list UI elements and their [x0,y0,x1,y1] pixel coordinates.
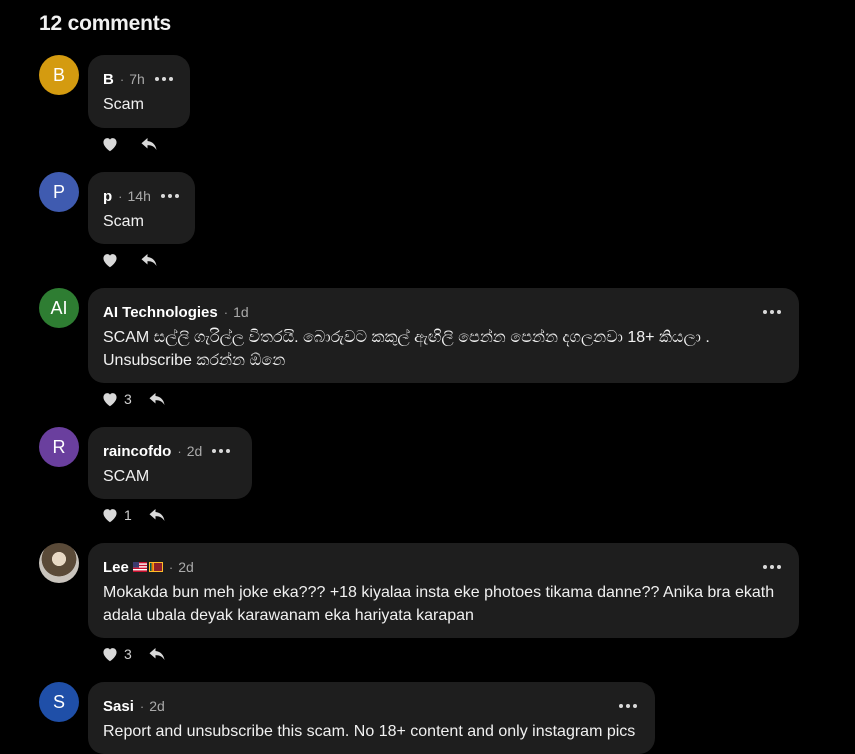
reply-icon [149,648,165,660]
comment-bubble: raincofdo · 2d SCAM [88,427,252,499]
comments-count-title: 12 comments [39,12,172,35]
separator-dot: · [139,698,145,714]
comment-author[interactable]: p [103,188,112,205]
more-options-icon[interactable] [619,704,637,708]
comment-time[interactable]: 2d [187,443,203,459]
comment-actions: 1 [101,505,166,525]
like-button[interactable] [101,136,124,152]
reply-button[interactable] [148,391,166,407]
comment-actions: 3 [101,389,166,409]
comment-text: SCAM සල්ලි ගැරිල්ල විතරයි. බොරුවට කකුල් … [103,329,710,369]
heart-icon [103,509,117,523]
separator-dot: · [119,71,125,87]
like-count: 1 [124,507,132,523]
like-button[interactable] [101,252,124,268]
avatar[interactable]: B [39,55,79,95]
comment-time[interactable]: 1d [233,304,249,320]
comment-author[interactable]: Lee [103,559,129,576]
heart-icon [103,393,117,407]
reply-button[interactable] [140,136,158,152]
comment-author[interactable]: AI Technologies [103,304,218,321]
sri-lanka-flag-icon [148,562,163,572]
comment-text: Report and unsubscribe this scam. No 18+… [103,723,636,740]
more-options-icon[interactable] [212,449,231,453]
comment-text: SCAM [103,468,150,485]
comment-bubble: B · 7h Scam [88,55,190,128]
avatar[interactable]: P [39,172,79,212]
flag-badges [132,562,163,572]
more-options-icon[interactable] [763,310,781,314]
heart-icon [103,254,117,268]
avatar[interactable]: AI [39,288,79,328]
like-count: 3 [124,646,132,662]
comment-actions [101,134,158,154]
separator-dot: · [223,304,229,320]
separator-dot: · [177,443,182,459]
like-count: 3 [124,391,132,407]
comment-time[interactable]: 7h [129,71,145,87]
reply-icon [141,254,157,266]
more-options-icon[interactable] [160,194,179,198]
heart-icon [103,648,117,662]
comment-bubble: Sasi · 2d Report and unsubscribe this sc… [88,682,655,754]
reply-icon [149,393,165,405]
heart-icon [103,138,117,152]
comment-bubble: Lee · 2d Mokakda bun meh joke eka??? +18… [88,543,799,638]
comment-bubble: p · 14h Scam [88,172,195,244]
comment-text: Mokakda bun meh joke eka??? +18 kiyalaa … [103,584,775,624]
comment-author[interactable]: raincofdo [103,443,171,460]
comment-actions [101,250,158,270]
us-flag-icon [132,562,147,572]
like-button[interactable]: 1 [101,507,132,523]
separator-dot: · [118,188,123,204]
comment-text: Scam [103,96,144,113]
reply-icon [141,138,157,150]
reply-button[interactable] [140,252,158,268]
comment-time[interactable]: 14h [128,188,151,204]
comment-text: Scam [103,213,144,230]
like-button[interactable]: 3 [101,646,132,662]
more-options-icon[interactable] [763,565,781,569]
like-button[interactable]: 3 [101,391,132,407]
comment-bubble: AI Technologies · 1d SCAM සල්ලි ගැරිල්ල … [88,288,799,383]
reply-icon [149,509,165,521]
more-options-icon[interactable] [154,77,173,81]
comment-time[interactable]: 2d [178,559,194,575]
avatar[interactable] [39,543,79,583]
comment-author[interactable]: Sasi [103,698,134,715]
comment-author[interactable]: B [103,71,114,88]
reply-button[interactable] [148,646,166,662]
avatar[interactable]: R [39,427,79,467]
reply-button[interactable] [148,507,166,523]
avatar[interactable]: S [39,682,79,722]
comment-actions: 3 [101,644,166,664]
comment-time[interactable]: 2d [149,698,165,714]
separator-dot: · [168,559,174,575]
